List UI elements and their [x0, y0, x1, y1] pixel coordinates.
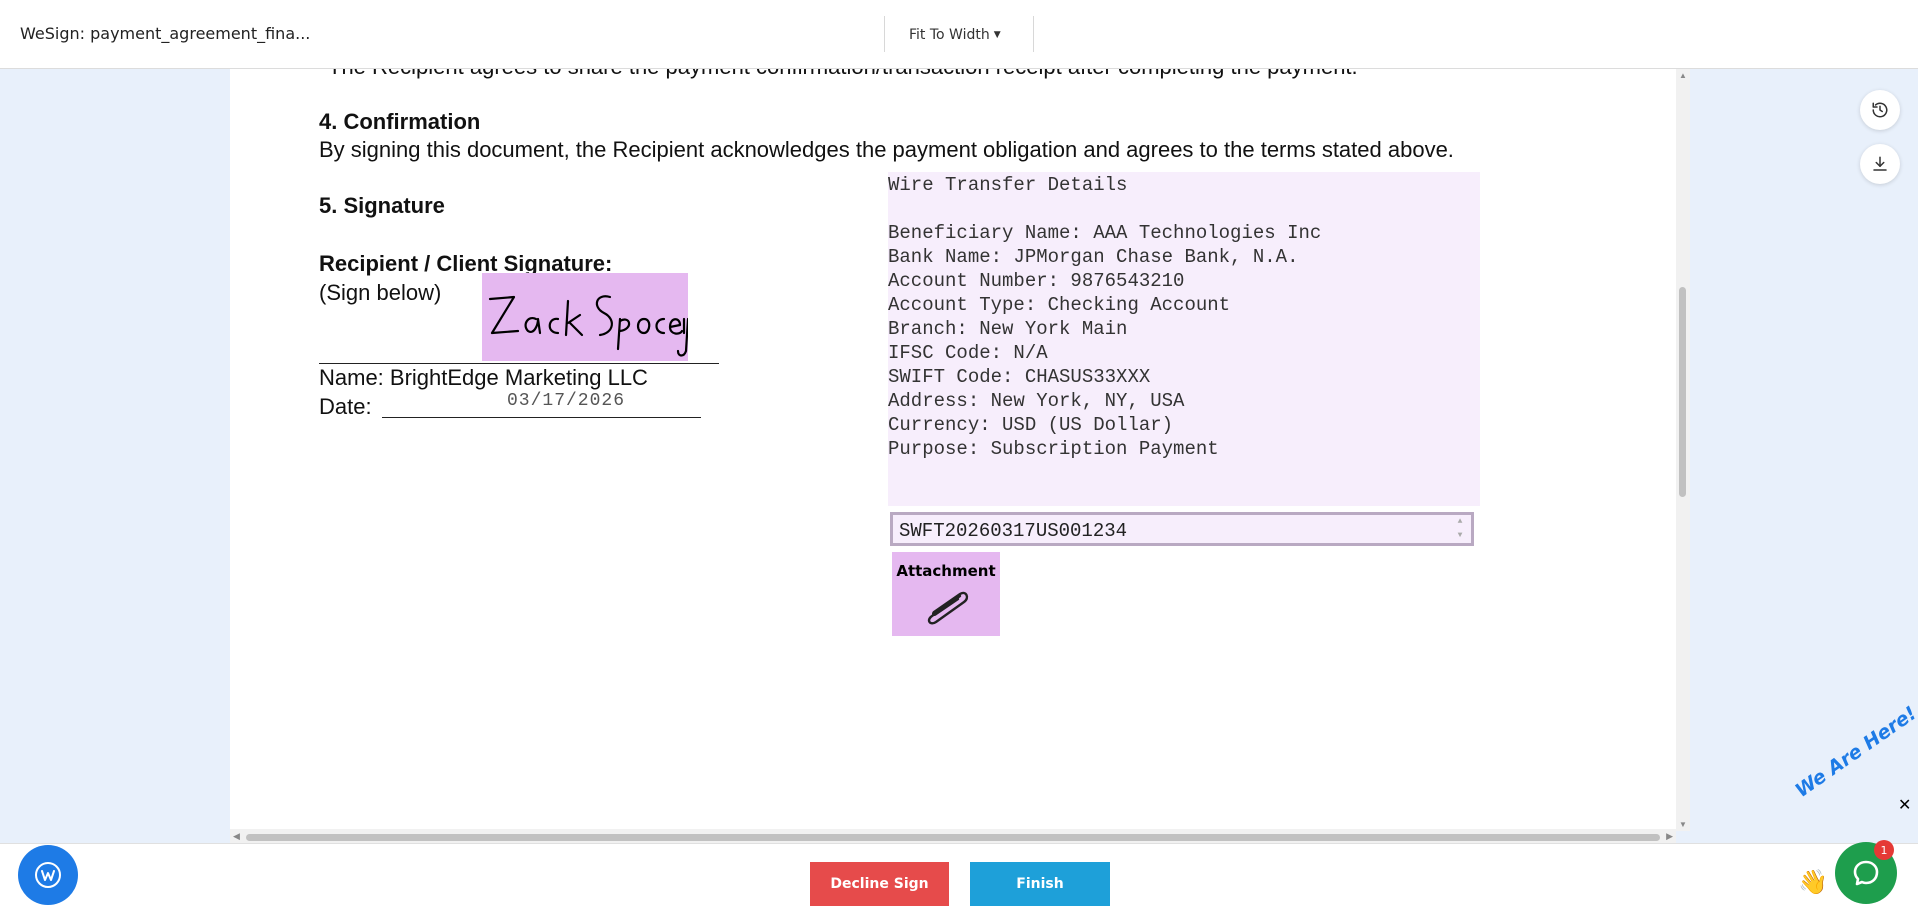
- document-viewport[interactable]: The Recipient agrees to share the paymen…: [230, 69, 1676, 845]
- chevron-down-icon: ▼: [993, 30, 1001, 40]
- partial-text-line: The Recipient agrees to share the paymen…: [328, 69, 1358, 80]
- date-label: Date:: [319, 394, 372, 419]
- waving-hand-icon: 👋: [1798, 869, 1828, 896]
- vertical-scrollbar[interactable]: ▲ ▼: [1676, 69, 1690, 831]
- wire-transfer-textbox[interactable]: Wire Transfer Details Beneficiary Name: …: [888, 172, 1480, 506]
- signature-image: [488, 295, 688, 357]
- signature-line: [319, 363, 719, 364]
- download-button[interactable]: [1860, 144, 1900, 184]
- date-field[interactable]: 03/17/2026: [410, 391, 722, 415]
- document-title: WeSign: payment_agreement_fina...: [20, 24, 311, 43]
- wire-currency: Currency: USD (US Dollar): [888, 414, 1174, 436]
- zoom-label: Fit To Width: [909, 27, 990, 43]
- attachment-label: Attachment: [896, 562, 996, 580]
- confirmation-paragraph: By signing this document, the Recipient …: [319, 137, 1454, 162]
- spin-up-icon: ▲: [1457, 517, 1463, 526]
- name-line: Name: BrightEdge Marketing LLC: [319, 365, 648, 390]
- wire-account-number: Account Number: 9876543210: [888, 270, 1185, 292]
- wire-address: Address: New York, NY, USA: [888, 390, 1185, 412]
- wesign-logo-button[interactable]: [18, 845, 78, 905]
- bottom-bar: Decline Sign Finish: [0, 843, 1918, 917]
- wire-ifsc: IFSC Code: N/A: [888, 342, 1048, 364]
- top-bar: WeSign: payment_agreement_fina... Fit To…: [0, 0, 1918, 69]
- download-icon: [1873, 156, 1887, 171]
- history-icon: [1872, 102, 1888, 118]
- wire-account-type: Account Type: Checking Account: [888, 294, 1231, 316]
- scroll-left-icon[interactable]: ◀: [233, 831, 240, 842]
- scroll-up-icon[interactable]: ▲: [1679, 71, 1687, 80]
- decline-sign-button[interactable]: Decline Sign: [810, 862, 949, 906]
- finish-button[interactable]: Finish: [970, 862, 1110, 906]
- wire-bank: Bank Name: JPMorgan Chase Bank, N.A.: [888, 246, 1299, 268]
- chat-close-icon[interactable]: ✕: [1898, 795, 1911, 814]
- wire-purpose: Purpose: Subscription Payment: [888, 438, 1219, 460]
- chat-icon: [1853, 860, 1879, 886]
- chat-notification-badge: 1: [1874, 840, 1894, 860]
- section-heading-signature: 5. Signature: [319, 193, 445, 218]
- reference-number-value: SWFT20260317US001234: [899, 520, 1128, 542]
- wire-beneficiary: Beneficiary Name: AAA Technologies Inc: [888, 222, 1322, 244]
- wire-branch: Branch: New York Main: [888, 318, 1128, 340]
- wire-swift: SWIFT Code: CHASUS33XXX: [888, 366, 1151, 388]
- section-heading-confirmation: 4. Confirmation: [319, 109, 481, 134]
- date-line: [382, 417, 701, 418]
- signature-field[interactable]: [482, 273, 688, 361]
- document-page: The Recipient agrees to share the paymen…: [230, 69, 1676, 839]
- zoom-select[interactable]: Fit To Width ▼: [885, 24, 1035, 46]
- wesign-logo-icon: [35, 862, 61, 888]
- paperclip-icon: [927, 591, 969, 625]
- spin-down-icon: ▼: [1457, 531, 1463, 540]
- scroll-right-icon[interactable]: ▶: [1666, 831, 1673, 842]
- chat-tagline: We Are Here!: [1791, 702, 1918, 802]
- scroll-down-icon[interactable]: ▼: [1679, 820, 1687, 829]
- divider: [1033, 16, 1034, 52]
- wire-title: Wire Transfer Details: [888, 174, 1128, 196]
- vertical-scroll-thumb[interactable]: [1679, 287, 1686, 497]
- sign-below-label: (Sign below): [319, 280, 442, 305]
- horizontal-scroll-thumb[interactable]: [246, 834, 1660, 841]
- history-button[interactable]: [1860, 90, 1900, 130]
- number-spinner[interactable]: ▲ ▼: [1453, 517, 1467, 541]
- attachment-field[interactable]: Attachment: [892, 552, 1000, 636]
- reference-number-input[interactable]: SWFT20260317US001234 ▲ ▼: [890, 512, 1474, 546]
